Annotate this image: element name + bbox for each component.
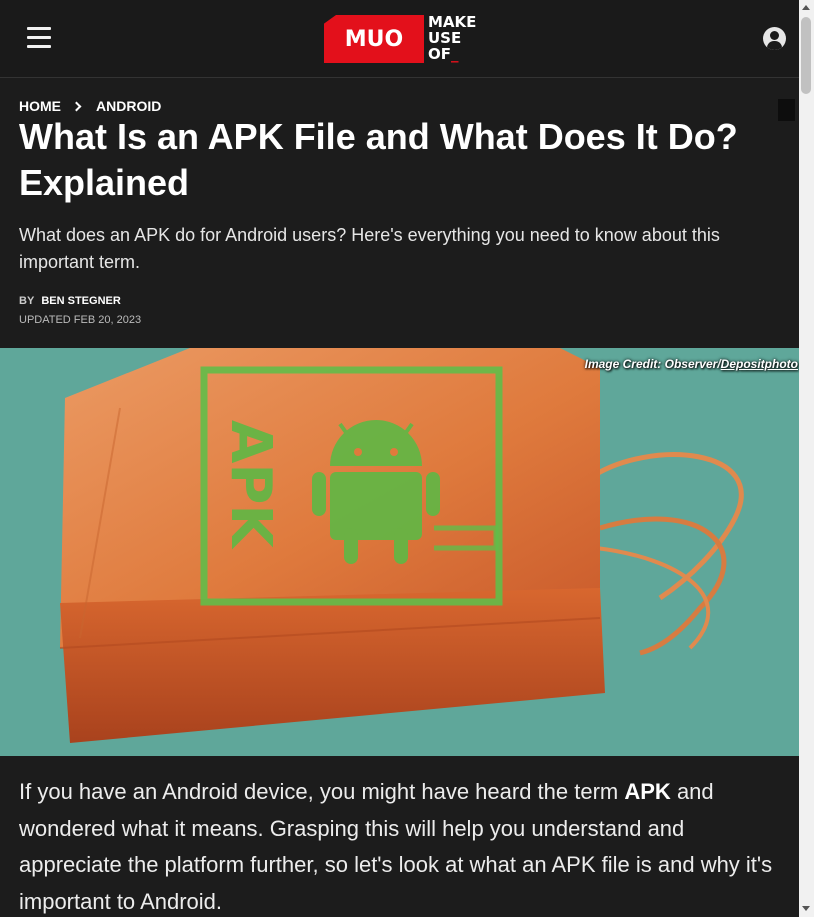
hero-image: APK Image Credit: Observer/Depositphoto (0, 348, 799, 756)
logo-accent: _ (451, 45, 459, 63)
article-intro-paragraph: If you have an Android device, you might… (19, 774, 789, 917)
breadcrumb-home-link[interactable]: HOME (19, 98, 61, 114)
updated-date: UPDATED FEB 20, 2023 (19, 314, 142, 326)
author-link[interactable]: BEN STEGNER (41, 295, 120, 307)
logo-mark-text: MUO (344, 26, 404, 52)
logo-word-make: MAKE (428, 13, 477, 31)
intro-bold-term: APK (624, 779, 671, 804)
site-logo[interactable]: MUO MAKE USE OF_ (324, 14, 494, 64)
logo-word-use: USE (428, 29, 462, 47)
svg-text:APK: APK (218, 420, 283, 550)
intro-text-1: If you have an Android device, you might… (19, 779, 625, 804)
scrollbar-thumb[interactable] (801, 17, 811, 94)
byline-label: BY (19, 295, 35, 307)
chevron-right-icon (71, 101, 82, 111)
vertical-scrollbar[interactable] (799, 0, 814, 917)
logo-mark: MUO (324, 15, 424, 63)
image-credit-link[interactable]: Depositphoto (721, 357, 798, 371)
account-icon[interactable] (763, 27, 786, 50)
image-credit-prefix: Image Credit: Observer/ (584, 357, 721, 371)
page: MUO MAKE USE OF_ HOME ANDROID What Is an… (0, 0, 799, 917)
scroll-up-arrow-icon[interactable] (802, 5, 810, 10)
apk-bag-illustration: APK (0, 348, 799, 756)
logo-word-of: OF (428, 45, 451, 63)
top-nav-bar: MUO MAKE USE OF_ (0, 0, 799, 78)
byline: BY BEN STEGNER (19, 295, 121, 307)
scroll-down-arrow-icon[interactable] (802, 906, 810, 911)
article-subtitle: What does an APK do for Android users? H… (19, 225, 720, 272)
image-credit: Image Credit: Observer/Depositphoto (585, 357, 798, 371)
breadcrumb: HOME ANDROID (19, 98, 161, 114)
logo-wordmark: MAKE USE OF_ (428, 14, 476, 62)
breadcrumb-android-link[interactable]: ANDROID (96, 98, 161, 114)
hamburger-menu-icon[interactable] (27, 27, 51, 49)
article-title: What Is an APK File and What Does It Do?… (19, 116, 738, 203)
